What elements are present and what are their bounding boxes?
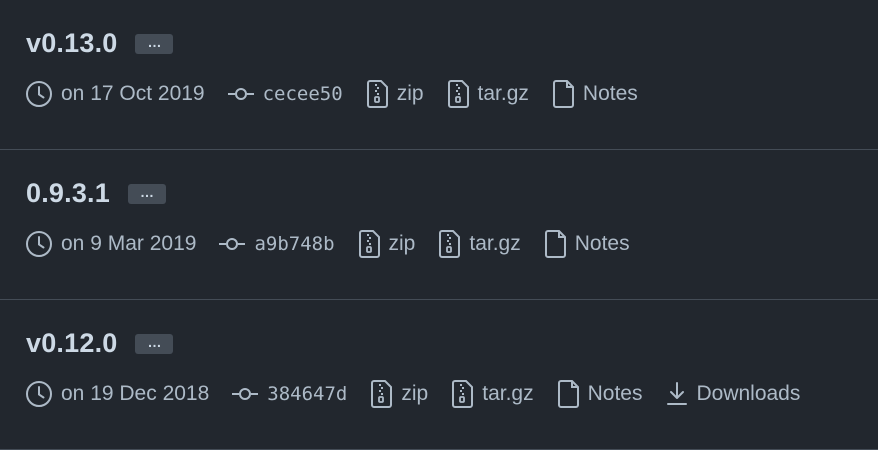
commit-link[interactable]: a9b748b — [218, 233, 335, 255]
notes-label: Notes — [574, 232, 630, 255]
clock-icon — [26, 231, 52, 257]
release-title-row: v0.13.0 … — [26, 28, 174, 59]
zip-download-link[interactable]: zip — [366, 80, 424, 108]
zip-label: zip — [388, 232, 416, 255]
release-date: on 17 Oct 2019 — [25, 80, 205, 108]
clock-icon — [26, 381, 52, 407]
commit-sha: a9b748b — [254, 233, 335, 255]
notes-label: Notes — [582, 82, 638, 105]
release-meta: on 19 Dec 2018 384647d zip tar.gz Notes … — [25, 380, 800, 408]
release-date-text: on 19 Dec 2018 — [61, 382, 210, 405]
targz-download-link[interactable]: tar.gz — [439, 230, 521, 258]
commit-sha: 384647d — [267, 383, 348, 405]
file-zip-icon — [371, 380, 393, 408]
release-meta: on 17 Oct 2019 cecee50 zip tar.gz Notes — [25, 80, 638, 108]
file-icon — [544, 230, 566, 258]
git-commit-icon — [219, 238, 246, 250]
zip-download-link[interactable]: zip — [358, 230, 416, 258]
git-commit-icon — [232, 388, 259, 400]
release-notes-link[interactable]: Notes — [544, 230, 630, 258]
targz-label: tar.gz — [477, 82, 529, 105]
release-title-row: 0.9.3.1 … — [26, 178, 166, 209]
release-notes-link[interactable]: Notes — [557, 380, 643, 408]
file-icon — [552, 80, 574, 108]
file-zip-icon — [452, 380, 474, 408]
download-icon — [667, 382, 688, 405]
downloads-link[interactable]: Downloads — [666, 381, 800, 407]
release-item: v0.13.0 … on 17 Oct 2019 cecee50 zip tar… — [0, 0, 878, 150]
file-zip-icon — [366, 80, 388, 108]
release-notes-link[interactable]: Notes — [552, 80, 638, 108]
release-date: on 9 Mar 2019 — [25, 230, 196, 258]
zip-download-link[interactable]: zip — [371, 380, 428, 408]
file-zip-icon — [358, 230, 380, 258]
expand-details-button[interactable]: … — [135, 333, 174, 354]
zip-label: zip — [401, 382, 429, 405]
targz-download-link[interactable]: tar.gz — [447, 80, 529, 108]
release-tag-link[interactable]: 0.9.3.1 — [26, 178, 110, 209]
commit-link[interactable]: cecee50 — [227, 83, 343, 105]
release-tag-link[interactable]: v0.13.0 — [26, 28, 117, 59]
zip-label: zip — [396, 82, 424, 105]
release-title-row: v0.12.0 … — [26, 328, 174, 359]
targz-label: tar.gz — [482, 382, 534, 405]
file-icon — [557, 380, 579, 408]
targz-download-link[interactable]: tar.gz — [452, 380, 534, 408]
notes-label: Notes — [587, 382, 643, 405]
release-date-text: on 17 Oct 2019 — [61, 82, 205, 105]
downloads-label: Downloads — [696, 382, 801, 405]
release-item: 0.9.3.1 … on 9 Mar 2019 a9b748b zip tar.… — [0, 150, 878, 300]
file-zip-icon — [439, 230, 461, 258]
commit-link[interactable]: 384647d — [231, 383, 347, 405]
release-date-text: on 9 Mar 2019 — [61, 232, 197, 255]
targz-label: tar.gz — [469, 232, 521, 255]
release-meta: on 9 Mar 2019 a9b748b zip tar.gz Notes — [25, 230, 630, 258]
commit-sha: cecee50 — [262, 83, 343, 105]
clock-icon — [26, 81, 52, 107]
release-tag-link[interactable]: v0.12.0 — [26, 328, 117, 359]
release-date: on 19 Dec 2018 — [25, 380, 209, 408]
git-commit-icon — [227, 88, 254, 100]
file-zip-icon — [447, 80, 469, 108]
expand-details-button[interactable]: … — [127, 183, 166, 204]
expand-details-button[interactable]: … — [135, 33, 174, 54]
